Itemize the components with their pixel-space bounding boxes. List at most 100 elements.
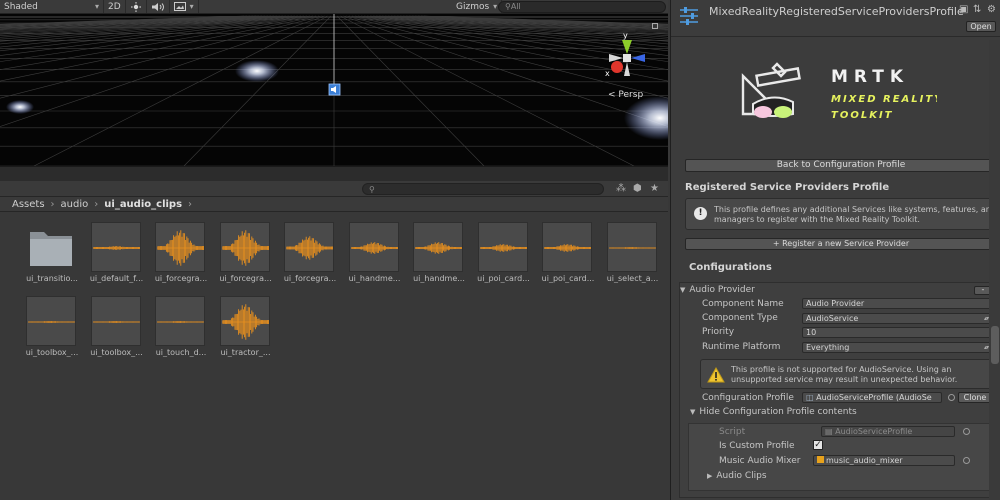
audio-source-gizmo-icon[interactable] [328,83,341,96]
object-picker-icon[interactable] [963,457,970,464]
asset-audio-clip[interactable]: ui_poi_card... [540,212,596,284]
waveform-icon [477,222,528,272]
light-glow-right [624,96,668,140]
object-picker-icon[interactable] [963,428,970,435]
hide-profile-contents-foldout[interactable]: ▼ Hide Configuration Profile contents [690,407,857,417]
info-icon: ! [694,207,707,220]
asset-audio-clip[interactable]: ui_forcegra... [218,212,274,284]
inspector-scrollbar[interactable] [989,40,1000,500]
sun-icon [130,1,141,12]
settings-gear-icon[interactable]: ⚙ [987,4,996,15]
audio-toggle-button[interactable] [147,0,170,13]
register-service-provider-button[interactable]: + Register a new Service Provider [685,238,997,250]
asset-audio-clip[interactable]: ui_touch_d... [153,286,209,358]
asset-audio-clip[interactable]: ui_forcegra... [282,212,338,284]
runtime-platform-label: Runtime Platform [702,342,781,352]
breadcrumb-audio[interactable]: audio [61,199,89,210]
runtime-platform-dropdown[interactable]: Everything [802,342,992,353]
filter-by-label-icon[interactable]: ⬢ [633,183,642,194]
waveform-icon [219,296,270,346]
asset-label: ui_toolbox_... [90,348,143,357]
music-audio-mixer-field[interactable]: music_audio_mixer [813,455,955,466]
asset-folder[interactable]: ui_transitio... [24,212,80,284]
audio-clips-foldout[interactable]: ▶ Audio Clips [707,471,767,481]
projection-toggle[interactable]: < Persp [608,90,643,100]
warning-helpbox: This profile is not supported for AudioS… [700,359,996,389]
preset-icon[interactable]: ⇅ [973,4,981,15]
project-search-input[interactable]: ⚲ [362,183,604,195]
help-icon[interactable]: ▣ [959,4,968,15]
search-icon: ⚲ [369,185,375,194]
breadcrumb: Assets › audio › ui_audio_clips › [0,197,668,212]
asset-audio-clip[interactable]: ui_select_a... [605,212,661,284]
caret-down-icon: ▼ [690,408,696,416]
project-toolbar: ⚲ ⁂ ⬢ ★ [0,181,668,197]
favorite-star-icon[interactable]: ★ [650,183,659,194]
inspector-header-separator [671,36,1000,37]
light-glow-center [235,60,279,82]
component-type-label: Component Type [702,313,778,323]
toggle-2d-button[interactable]: 2D [104,0,126,13]
waveform-icon [284,222,334,272]
chevron-right-icon: › [94,198,99,210]
breadcrumb-ui-audio-clips[interactable]: ui_audio_clips [104,199,182,210]
priority-input[interactable]: 10 [802,327,992,338]
asset-label: ui_tractor_... [220,348,271,357]
script-file-icon: ▤ [825,427,836,436]
waveform-icon [219,222,270,272]
caret-right-icon: ▶ [707,472,713,480]
effects-toggle-button[interactable] [170,0,199,13]
lock-icon[interactable] [652,23,658,29]
axis-x-label: x [605,69,610,78]
asset-audio-clip[interactable]: ui_tractor_... [218,286,274,358]
asset-label: ui_handme... [413,274,465,283]
scene-search-input[interactable]: ⚲All [498,1,666,13]
asset-audio-clip[interactable]: ui_handme... [347,212,403,284]
asset-audio-clip[interactable]: ui_default_f... [89,212,145,284]
asset-audio-clip[interactable]: ui_poi_card... [476,212,532,284]
audio-provider-box: ▼ Audio Provider - Component Name Audio P… [679,282,999,498]
audio-provider-name: Audio Provider [689,285,755,295]
script-value: AudioServiceProfile [835,427,913,436]
image-icon [173,2,186,11]
asset-label: ui_forcegra... [154,274,208,283]
music-audio-mixer-label: Music Audio Mixer [719,456,801,466]
folder-icon [26,222,76,272]
asset-audio-clip[interactable]: ui_forcegra... [153,212,209,284]
priority-label: Priority [702,327,735,337]
component-name-input[interactable]: Audio Provider [802,298,992,309]
clone-button[interactable]: Clone [958,392,992,403]
component-type-dropdown[interactable]: AudioService [802,313,992,324]
object-picker-icon[interactable] [948,394,955,401]
audio-clips-label: Audio Clips [716,471,767,481]
configuration-profile-field[interactable]: ◫ AudioServiceProfile (AudioSe [802,392,942,403]
scrollbar-thumb[interactable] [991,326,999,364]
back-to-configuration-button[interactable]: Back to Configuration Profile [685,159,997,172]
waveform-icon [155,296,205,346]
is-custom-profile-checkbox[interactable]: ✓ [813,440,823,450]
filter-by-type-icon[interactable]: ⁂ [616,183,626,194]
audio-provider-foldout[interactable]: ▼ Audio Provider [680,285,755,295]
waveform-icon [90,222,141,272]
chevron-right-icon: › [50,198,55,210]
asset-label: ui_poi_card... [541,274,595,283]
scene-view[interactable]: y x < Persp [0,14,668,166]
warning-icon [707,367,725,383]
lighting-toggle-button[interactable] [126,0,147,13]
music-audio-mixer-value: music_audio_mixer [826,456,903,465]
orientation-gizmo-icon[interactable]: y x [605,31,645,78]
gizmos-dropdown[interactable]: Gizmos [452,0,503,13]
mrtk-logo: MRTK MIXED REALITY TOOLKIT [737,60,941,130]
asset-label: ui_default_f... [89,274,144,283]
shading-mode-dropdown[interactable]: Shaded [0,0,104,13]
asset-audio-clip[interactable]: ui_handme... [411,212,467,284]
asset-audio-clip[interactable]: ui_toolbox_... [89,286,145,358]
panel-divider [0,166,668,181]
inspector-title: MixedRealityRegisteredServiceProvidersPr… [709,5,964,18]
section-title: Registered Service Providers Profile [685,182,890,193]
waveform-icon [155,222,205,272]
breadcrumb-assets[interactable]: Assets [12,199,45,210]
open-button[interactable]: Open [966,21,996,32]
waveform-icon [542,222,592,272]
asset-audio-clip[interactable]: ui_toolbox_... [24,286,80,358]
